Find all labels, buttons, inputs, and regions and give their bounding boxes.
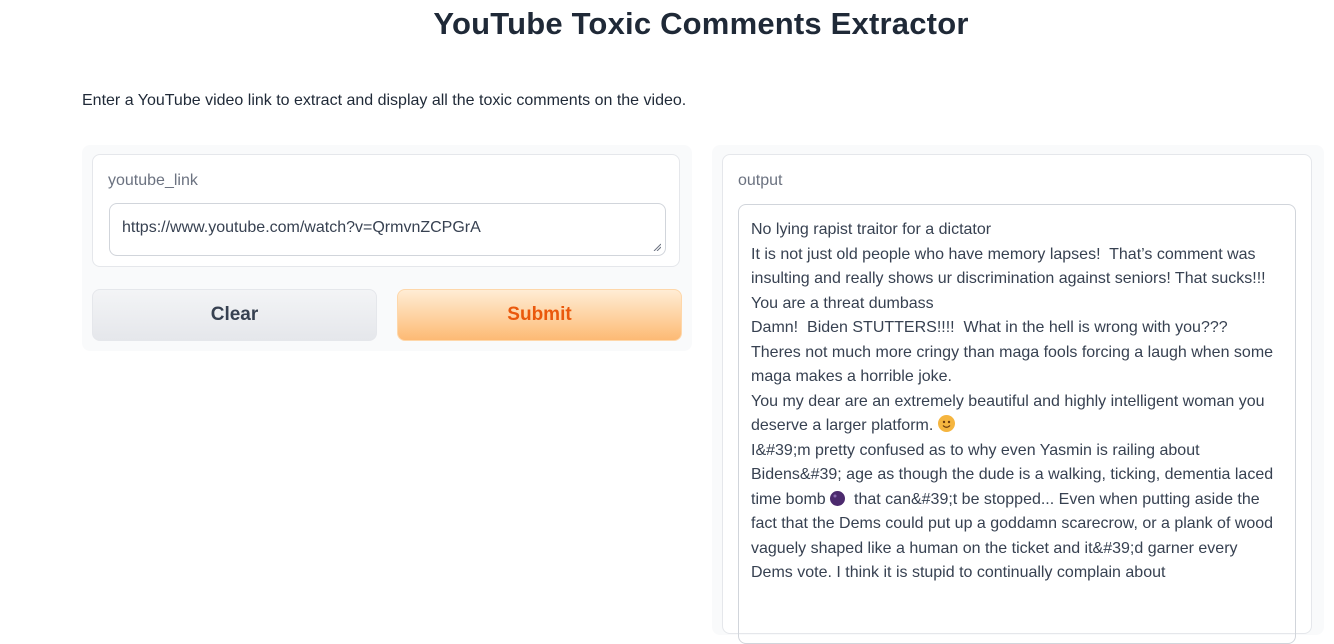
output-panel: output No lying rapist traitor for a dic… — [712, 145, 1324, 644]
input-panel: youtube_link https://www.youtube.com/wat… — [82, 145, 692, 351]
output-line-with-emoji: I&#39;m pretty confused as to why even Y… — [751, 439, 1283, 586]
youtube-link-label: youtube_link — [108, 172, 198, 189]
resize-handle-icon[interactable] — [653, 243, 661, 251]
output-line: No lying rapist traitor for a dictator — [751, 221, 992, 238]
clear-button[interactable]: Clear — [92, 289, 377, 341]
page-description: Enter a YouTube video link to extract an… — [82, 92, 687, 109]
youtube-link-value: https://www.youtube.com/watch?v=QrmvnZCP… — [122, 219, 481, 236]
bomb-emoji-icon — [830, 490, 846, 506]
output-line-with-emoji: You my dear are an extremely beautiful a… — [751, 390, 1283, 439]
output-line: Theres not much more cringy than maga fo… — [751, 343, 1278, 386]
output-line: Damn! Biden STUTTERS!!!! What in the hel… — [751, 319, 1228, 336]
youtube-link-block: youtube_link https://www.youtube.com/wat… — [92, 154, 680, 267]
output-line: You are a threat dumbass — [751, 294, 934, 312]
output-label: output — [738, 172, 783, 189]
output-line: It is not just old people who have memor… — [751, 245, 1266, 288]
output-block: output No lying rapist traitor for a dic… — [722, 154, 1312, 644]
output-line-text: You my dear are an extremely beautiful a… — [751, 392, 1269, 435]
output-textarea[interactable]: No lying rapist traitor for a dictator I… — [738, 204, 1296, 644]
youtube-link-input[interactable]: https://www.youtube.com/watch?v=QrmvnZCP… — [109, 203, 666, 256]
page-title: YouTube Toxic Comments Extractor — [433, 6, 969, 41]
smiling-face-emoji-icon — [937, 415, 955, 432]
submit-button[interactable]: Submit — [397, 289, 682, 341]
